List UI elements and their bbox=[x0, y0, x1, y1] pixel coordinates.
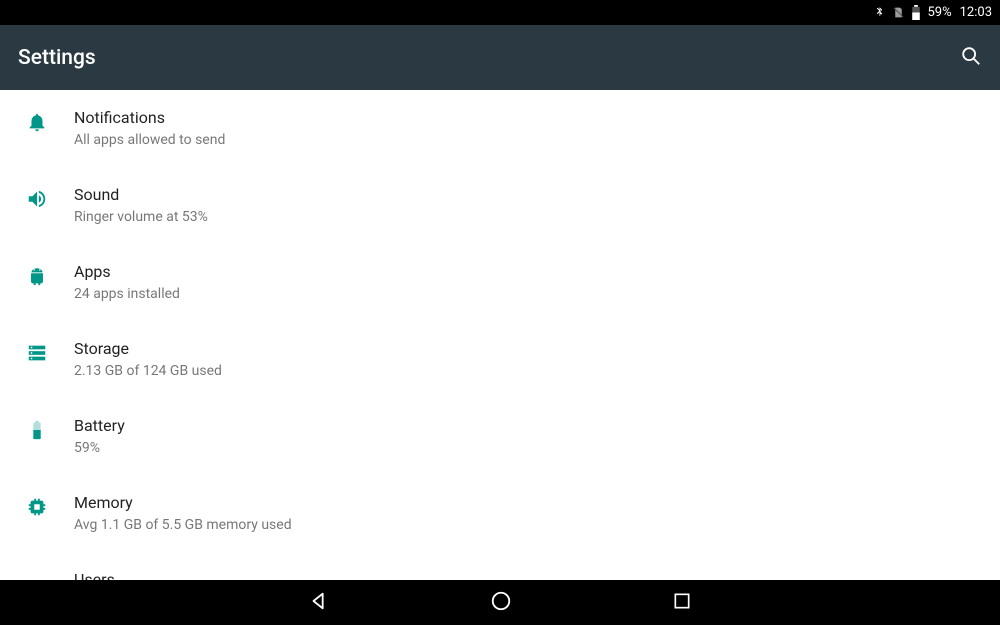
item-title: Battery bbox=[74, 415, 1000, 437]
item-title: Apps bbox=[74, 261, 1000, 283]
battery-level-icon bbox=[26, 419, 48, 445]
clock-text: 12:03 bbox=[960, 5, 992, 20]
settings-item-notifications[interactable]: Notifications All apps allowed to send bbox=[0, 90, 1000, 167]
item-title: Sound bbox=[74, 184, 1000, 206]
no-sim-icon bbox=[892, 5, 905, 20]
settings-item-users[interactable]: Users bbox=[0, 552, 1000, 580]
home-icon bbox=[490, 597, 512, 616]
item-title: Notifications bbox=[74, 107, 1000, 129]
item-subtitle: All apps allowed to send bbox=[74, 130, 1000, 150]
bell-icon bbox=[26, 111, 48, 137]
storage-icon bbox=[26, 342, 48, 368]
user-icon bbox=[26, 579, 48, 580]
page-title: Settings bbox=[18, 46, 96, 70]
memory-icon bbox=[26, 496, 48, 522]
back-button[interactable] bbox=[308, 590, 330, 616]
item-subtitle: 2.13 GB of 124 GB used bbox=[74, 361, 1000, 381]
search-button[interactable] bbox=[960, 45, 982, 71]
settings-item-memory[interactable]: Memory Avg 1.1 GB of 5.5 GB memory used bbox=[0, 475, 1000, 552]
home-button[interactable] bbox=[490, 590, 512, 616]
search-icon bbox=[960, 52, 982, 71]
item-subtitle: Avg 1.1 GB of 5.5 GB memory used bbox=[74, 515, 1000, 535]
item-title: Memory bbox=[74, 492, 1000, 514]
item-subtitle: 59% bbox=[74, 438, 1000, 458]
item-title: Storage bbox=[74, 338, 1000, 360]
item-subtitle: 24 apps installed bbox=[74, 284, 1000, 304]
item-title: Users bbox=[74, 569, 1000, 580]
settings-item-sound[interactable]: Sound Ringer volume at 53% bbox=[0, 167, 1000, 244]
item-subtitle: Ringer volume at 53% bbox=[74, 207, 1000, 227]
android-icon bbox=[26, 265, 48, 291]
navigation-bar bbox=[0, 580, 1000, 625]
recents-icon bbox=[672, 596, 692, 615]
settings-item-battery[interactable]: Battery 59% bbox=[0, 398, 1000, 475]
back-icon bbox=[308, 597, 330, 616]
app-bar: Settings bbox=[0, 25, 1000, 90]
settings-item-apps[interactable]: Apps 24 apps installed bbox=[0, 244, 1000, 321]
bluetooth-icon bbox=[873, 5, 886, 20]
status-bar: 59% 12:03 bbox=[0, 0, 1000, 25]
recents-button[interactable] bbox=[672, 591, 692, 615]
sound-icon bbox=[26, 188, 48, 214]
settings-list[interactable]: Notifications All apps allowed to send S… bbox=[0, 90, 1000, 580]
battery-percent-text: 59% bbox=[927, 5, 951, 20]
battery-icon bbox=[911, 5, 921, 20]
settings-item-storage[interactable]: Storage 2.13 GB of 124 GB used bbox=[0, 321, 1000, 398]
